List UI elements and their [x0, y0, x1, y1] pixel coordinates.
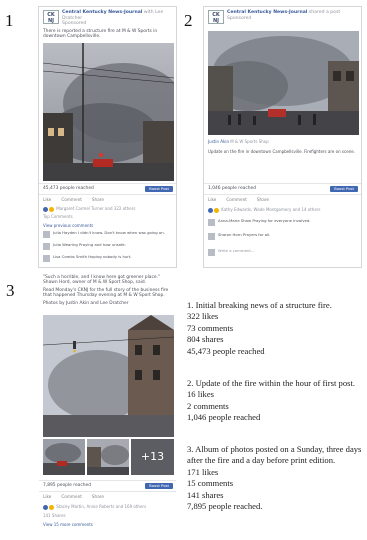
post-text-quote: "Such a horrible, and I know here got gr…: [43, 275, 161, 286]
post-text-credit: Photos by Justin Akin and Lee Dratcher: [43, 300, 129, 306]
comment-button[interactable]: Comment: [226, 196, 247, 204]
boost-post-button[interactable]: Boost Post: [145, 483, 173, 489]
shares-count[interactable]: 141 Shares: [43, 513, 172, 518]
caption-3: 3. Album of photos posted on a Sunday, t…: [187, 444, 363, 512]
sad-reaction-icon: [214, 207, 219, 213]
panel-number-1: 1: [5, 11, 14, 30]
like-button[interactable]: Like: [43, 493, 51, 501]
caption-stat: 804 shares: [187, 334, 224, 345]
album-thumbnail-image: [43, 439, 85, 475]
more-photos-count: +13: [140, 450, 165, 463]
boost-post-button[interactable]: Boost Post: [145, 186, 173, 192]
album-thumbnail-image: [87, 439, 129, 475]
caption-title: 2. Update of the fire within the hour of…: [187, 378, 356, 388]
caption-title: 1. Initial breaking news of a structure …: [187, 300, 332, 310]
post-meta: Sponsored: [227, 15, 252, 21]
like-button[interactable]: Like: [43, 196, 51, 204]
comment-item: Julia Wearing Praying and how unsafe.: [43, 242, 172, 250]
comment-item: Julia Hayden I didn't know. Don't know w…: [43, 230, 172, 238]
album-more-photos[interactable]: +13: [131, 439, 174, 475]
post-header: CK NJ Central Kentucky News-Journal shar…: [204, 7, 361, 26]
fire-photo-image: [208, 31, 359, 135]
reach-row: 1,046 people reached Boost Post: [204, 183, 361, 195]
people-reached: 1,046 people reached: [208, 186, 257, 191]
with-text: shared a post: [308, 10, 341, 15]
view-more-comments[interactable]: View 15 more comments: [43, 522, 172, 527]
shared-post-text: Update on the fire in downtown Campbells…: [208, 149, 355, 154]
panel-number-2: 2: [184, 11, 193, 30]
caption-title: 3. Album of photos posted on a Sunday, t…: [187, 444, 362, 466]
fire-photo[interactable]: [208, 31, 359, 135]
people-reached: 7,895 people reached: [43, 483, 92, 488]
album-main-photo[interactable]: [43, 315, 174, 437]
caption-stat: 171 likes: [187, 466, 219, 477]
post-text-readmore: Read Monday's CKNJ for the full story of…: [43, 287, 169, 299]
reactions-summary[interactable]: Stacey Martin, Annie Roberts and 169 oth…: [43, 504, 172, 510]
post-header: CK NJ Central Kentucky News-Journal with…: [39, 7, 176, 29]
caption-2: 2. Update of the fire within the hour of…: [187, 378, 363, 424]
page-logo[interactable]: CK NJ: [43, 10, 59, 24]
comment-item: Anna-Marie Shaw Praying for everyone inv…: [208, 218, 357, 226]
caption-stat: 16 likes: [187, 389, 214, 400]
facebook-post-card-3: "Such a horrible, and I know here got gr…: [38, 272, 177, 534]
caption-stat: 7,895 people reached.: [187, 501, 263, 512]
write-comment-input[interactable]: Write a comment...: [208, 248, 357, 256]
caption-stat: 15 comments: [187, 478, 234, 489]
like-button[interactable]: Like: [208, 196, 216, 204]
page-logo[interactable]: CK NJ: [208, 10, 224, 24]
sad-reaction-icon: [49, 504, 54, 510]
post-actions: Like Comment Share: [39, 493, 176, 501]
panel-number-3: 3: [6, 281, 15, 300]
fire-photo[interactable]: [43, 43, 174, 181]
fire-photo-image: [43, 43, 174, 181]
reach-row: 7,895 people reached Boost Post: [39, 480, 176, 492]
reactions-summary[interactable]: Margaret Carmel Turner and 322 others: [43, 206, 172, 212]
people-reached: 45,473 people reached: [43, 186, 94, 191]
shared-post-author[interactable]: Justin Akin M & W Sports Shop: [208, 139, 357, 144]
album-thumbnail[interactable]: [43, 439, 85, 475]
page-name-link[interactable]: Central Kentucky News-Journal: [227, 10, 307, 15]
caption-stat: 73 comments: [187, 322, 234, 333]
like-reaction-icon: [43, 504, 48, 510]
avatar[interactable]: [208, 233, 215, 240]
avatar[interactable]: [43, 255, 50, 262]
album-main-photo-image: [43, 315, 174, 437]
album-thumbnail[interactable]: [87, 439, 129, 475]
share-button[interactable]: Share: [92, 493, 104, 501]
boost-post-button[interactable]: Boost Post: [330, 186, 358, 192]
comment-item: Sharon Horn Prayers for all.: [208, 232, 357, 240]
like-reaction-icon: [43, 206, 48, 212]
sad-reaction-icon: [49, 206, 54, 212]
caption-stat: 322 likes: [187, 311, 219, 322]
reactions-summary[interactable]: Kathy Edwards, Wade Montgomery and 14 ot…: [208, 207, 357, 213]
caption-stat: 1,046 people reached: [187, 412, 261, 423]
facebook-post-card-2: CK NJ Central Kentucky News-Journal shar…: [203, 6, 362, 268]
comment-button[interactable]: Comment: [61, 493, 82, 501]
caption-stat: 45,473 people reached: [187, 345, 265, 356]
share-button[interactable]: Share: [257, 196, 269, 204]
top-comments-label[interactable]: Top Comments: [43, 214, 172, 219]
view-previous-comments[interactable]: View previous comments: [43, 223, 172, 228]
post-actions: Like Comment Share: [39, 196, 176, 204]
page-name-link[interactable]: Central Kentucky News-Journal: [62, 10, 142, 15]
comment-button[interactable]: Comment: [61, 196, 82, 204]
facebook-post-card-1: CK NJ Central Kentucky News-Journal with…: [38, 6, 177, 268]
post-actions: Like Comment Share: [204, 196, 361, 204]
post-meta: Sponsored: [62, 21, 87, 27]
avatar[interactable]: [43, 231, 50, 238]
share-button[interactable]: Share: [92, 196, 104, 204]
post-text: There is reported a structure fire at M …: [43, 28, 158, 40]
caption-stat: 141 shares: [187, 489, 224, 500]
avatar: [208, 249, 215, 256]
caption-stat: 2 comments: [187, 400, 229, 411]
reach-row: 45,473 people reached Boost Post: [39, 183, 176, 195]
avatar[interactable]: [208, 219, 215, 226]
avatar[interactable]: [43, 243, 50, 250]
like-reaction-icon: [208, 207, 213, 213]
comment-item: Lisa Combs Smith Hoping nobody is hurt.: [43, 254, 172, 262]
caption-1: 1. Initial breaking news of a structure …: [187, 300, 363, 357]
